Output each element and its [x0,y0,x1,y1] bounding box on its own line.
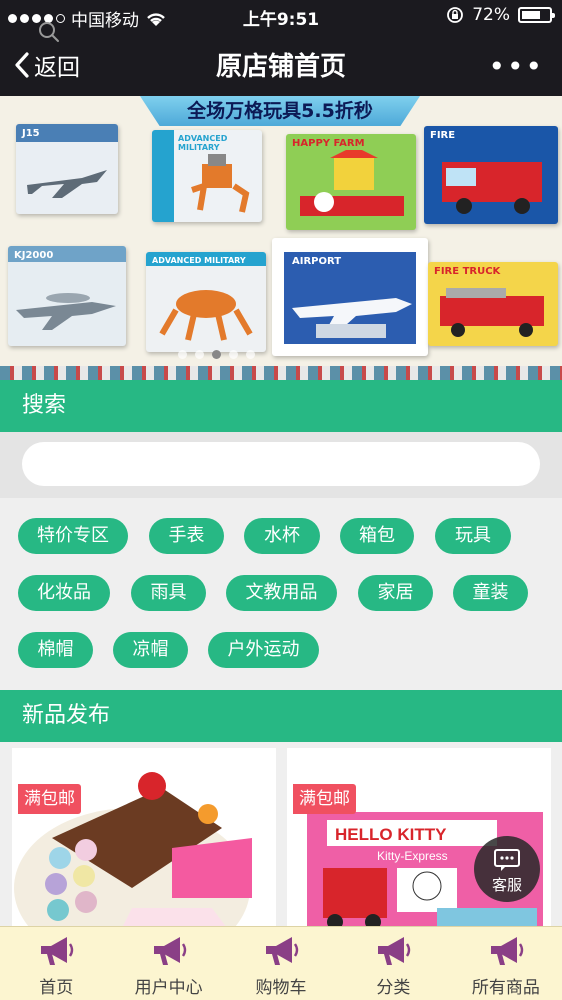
product-image [14,772,252,948]
banner-product-label: J15 [22,128,40,139]
tab-label: 分类 [376,978,411,998]
search-area [0,432,562,498]
banner-product-5: KJ2000 [8,246,126,346]
tag-item[interactable]: 童装 [453,575,528,611]
category-tags: 特价专区 手表 水杯 箱包 玩具 化妆品 雨具 文教用品 家居 童装 棉帽 凉帽… [0,498,562,688]
free-shipping-badge: 满包邮 [293,784,356,814]
banner-product-label: KJ2000 [14,250,54,261]
tab-label: 购物车 [255,978,307,998]
banner-product-6: ADVANCED MILITARY [146,252,266,352]
tab-category[interactable]: 分类 [337,927,449,1000]
banner-product-3: HAPPY FARM [286,134,416,230]
tag-item[interactable]: 户外运动 [208,632,319,668]
pagination-dot[interactable] [246,350,255,359]
tab-all-products[interactable]: 所有商品 [450,927,562,1000]
banner-product-label: ADVANCED MILITARY [152,256,246,265]
pagination-dot[interactable] [195,350,204,359]
pagination-dot[interactable] [212,350,221,359]
tag-item[interactable]: 化妆品 [18,575,110,611]
product-card[interactable]: 满包邮 [12,748,276,948]
banner-pagination[interactable] [178,350,255,359]
battery-icon [518,7,555,23]
product-grid: 满包邮 满包邮 HELLO KITTY Kitty-Express [0,742,562,948]
promo-banner[interactable]: 全场万格玩具5.5折秒 J15 ADVANCED MILITARY HAPPY … [0,96,562,380]
status-right: 72% [446,5,555,25]
banner-product-label: FIRE TRUCK [434,266,501,277]
pagination-dot[interactable] [229,350,238,359]
bottom-tab-bar: 首页 用户中心 购物车 分类 所有商品 [0,926,562,1000]
megaphone-icon [41,937,74,965]
service-label: 客服 [491,876,522,894]
banner-product-8: FIRE TRUCK [428,262,558,346]
customer-service-button[interactable]: 客服 [474,836,540,902]
tag-item[interactable]: 玩具 [435,518,511,554]
banner-product-1: J15 [16,124,118,214]
banner-product-4: FIRE [424,126,558,224]
megaphone-icon [490,937,524,965]
tag-item[interactable]: 箱包 [340,518,414,554]
banner-product-7: AIRPORT [272,238,428,356]
tab-label: 用户中心 [134,978,203,998]
tab-cart[interactable]: 购物车 [225,927,337,1000]
free-shipping-badge: 满包邮 [18,784,81,814]
search-input[interactable] [22,442,540,486]
status-bar: 中国移动 上午9:51 72% [0,0,562,32]
banner-product-label: HAPPY FARM [292,138,365,149]
pagination-dot[interactable] [178,350,187,359]
svg-text:HELLO KITTY: HELLO KITTY [335,825,447,844]
search-section-header: 搜索 [0,380,562,432]
page: 中国移动 上午9:51 72% 返回 原店铺首页 ••• 全场万格玩具5.5折秒… [0,0,562,1000]
more-button[interactable]: ••• [488,50,544,83]
tag-item[interactable]: 手表 [149,518,224,554]
svg-text:Kitty-Express: Kitty-Express [377,849,448,863]
tag-item[interactable]: 棉帽 [18,632,93,668]
tag-item[interactable]: 雨具 [131,575,206,611]
tag-item[interactable]: 文教用品 [226,575,337,611]
megaphone-icon [378,937,411,965]
tab-label: 所有商品 [471,978,540,998]
tag-item[interactable]: 水杯 [244,518,320,554]
search-icon [39,22,59,42]
orientation-lock-icon [447,7,464,23]
nav-bar: 返回 原店铺首页 ••• [0,32,562,96]
banner-product-label: FIRE [430,130,456,141]
tag-item[interactable]: 家居 [358,575,433,611]
battery-percent: 72% [472,5,510,25]
tab-home[interactable]: 首页 [0,927,112,1000]
tab-user-center[interactable]: 用户中心 [112,927,224,1000]
megaphone-icon [266,937,299,965]
banner-border [0,366,562,380]
tab-label: 首页 [39,978,74,998]
page-title: 原店铺首页 [215,52,346,82]
megaphone-icon [153,937,186,965]
banner-headline: 全场万格玩具5.5折秒 [140,96,420,126]
new-products-header: 新品发布 [0,690,562,742]
chat-icon [494,849,520,871]
banner-product-label: AIRPORT [292,256,342,267]
tag-item[interactable]: 特价专区 [18,518,128,554]
banner-product-2: ADVANCED MILITARY [152,130,262,222]
tag-item[interactable]: 凉帽 [113,632,188,668]
